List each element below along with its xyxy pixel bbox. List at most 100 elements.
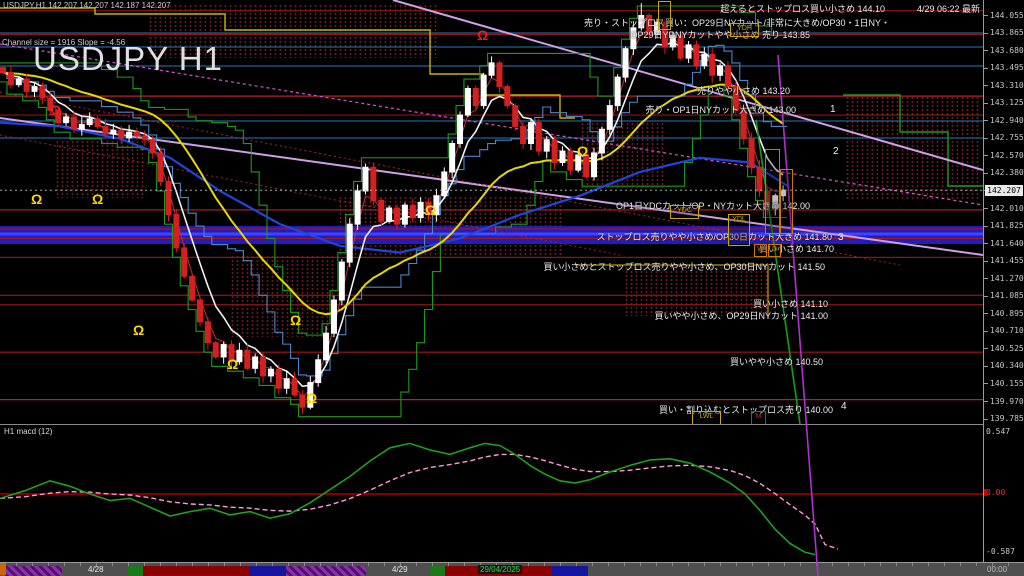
- price-axis-label: 141.640: [990, 239, 1024, 248]
- price-axis-label: 139.970: [990, 397, 1024, 406]
- axis-tick: [984, 243, 988, 244]
- wave-count-label: 4: [841, 401, 847, 412]
- timeline-corner-marker: [0, 563, 6, 575]
- timeline-session-block: [250, 566, 286, 576]
- symbol-label: USDJPY,H1: [3, 1, 46, 10]
- timeline-date-1: 4/28: [88, 565, 104, 574]
- axis-tick: [984, 85, 988, 86]
- axis-tick: [984, 419, 988, 420]
- pivot-marker-box: [658, 1, 671, 30]
- wave-count-label: 2: [833, 146, 839, 157]
- current-price-tag: 142.207: [985, 185, 1023, 196]
- omega-signal-icon: Ω: [425, 203, 436, 217]
- axis-tick: [984, 331, 988, 332]
- axis-tick: [984, 208, 988, 209]
- macd-panel[interactable]: [0, 424, 983, 563]
- omega-signal-icon: Ω: [577, 144, 588, 158]
- timeline-strip[interactable]: 4/28 4/29 29/04/2025 00:00: [0, 562, 1024, 576]
- axis-tick: [984, 103, 988, 104]
- axis-tick: [984, 313, 988, 314]
- axis-tick: [984, 226, 988, 227]
- chart-datetime: 4/29 06:22 最新: [917, 2, 980, 15]
- price-axis-label: 141.270: [990, 274, 1024, 283]
- price-axis-label: 142.570: [990, 151, 1024, 160]
- pivot-marker-box: W: [754, 244, 767, 257]
- axis-tick: [984, 155, 988, 156]
- pivot-marker-box: D: [768, 244, 781, 257]
- pivot-marker-box: YDL: [728, 214, 750, 246]
- macd-line: [0, 443, 815, 554]
- omega-signal-icon: Ω: [133, 323, 144, 337]
- omega-signal-icon: Ω: [477, 28, 488, 42]
- timeline-session-block: [430, 566, 445, 576]
- macd-axis-bottom: -0.587: [986, 547, 1015, 556]
- wave-count-label: 3: [838, 232, 844, 243]
- pivot-marker-box: LWL: [692, 411, 721, 424]
- price-axis[interactable]: 142.207 144.055143.865143.680143.495143.…: [983, 0, 1024, 562]
- macd-indicator-label: H1 macd (12): [4, 427, 52, 436]
- symbol-ohlc-line: USDJPY,H1 142.207 142.207 142.187 142.20…: [3, 1, 171, 10]
- price-axis-label: 140.340: [990, 361, 1024, 370]
- axis-tick: [984, 173, 988, 174]
- timeline-session-block: [286, 566, 366, 576]
- chart-window: 超えるとストップロス買い小さめ 144.10売り・ストップロス買い：OP29日N…: [0, 0, 1024, 576]
- timeline-session-block: [143, 566, 250, 576]
- price-axis-label: 142.010: [990, 204, 1024, 213]
- price-axis-label: 140.895: [990, 309, 1024, 318]
- price-axis-label: 141.455: [990, 256, 1024, 265]
- macd-axis-top: 0.547: [986, 427, 1010, 436]
- price-axis-label: 140.710: [990, 326, 1024, 335]
- price-axis-label: 142.940: [990, 116, 1024, 125]
- axis-tick: [984, 15, 988, 16]
- order-annotation: 買いやや小さめ、OP29日NYカット 141.00: [0, 309, 828, 322]
- pivot-marker-box: [780, 169, 793, 234]
- timeline-session-block: [128, 566, 143, 576]
- order-annotation: 買い小さめ 141.70: [0, 242, 834, 255]
- pivot-marker-box: YDH: [730, 23, 759, 37]
- pivot-marker-box: YDC: [670, 205, 699, 219]
- pivot-marker-box: M: [751, 411, 766, 424]
- axis-tick: [984, 296, 988, 297]
- price-axis-label: 143.495: [990, 63, 1024, 72]
- wave-count-label: 1: [830, 104, 836, 115]
- price-axis-label: 142.380: [990, 168, 1024, 177]
- macd-axis-zero: 0.00: [986, 488, 1005, 497]
- price-axis-label: 140.525: [990, 344, 1024, 353]
- axis-tick: [984, 138, 988, 139]
- price-axis-label: 143.310: [990, 81, 1024, 90]
- axis-tick: [984, 33, 988, 34]
- time-axis-end-label: 00:00: [987, 565, 1007, 574]
- axis-tick: [984, 50, 988, 51]
- timeline-session-block: [552, 566, 588, 576]
- macd-zero-marker: [984, 489, 987, 496]
- axis-tick: [984, 68, 988, 69]
- price-axis-label: 141.085: [990, 291, 1024, 300]
- axis-tick: [984, 348, 988, 349]
- order-annotation: 売りやや小さめ 143.20: [0, 84, 790, 97]
- axis-tick: [984, 383, 988, 384]
- timeline-date-2: 4/29: [392, 565, 408, 574]
- price-axis-label: 141.825: [990, 221, 1024, 230]
- axis-tick: [984, 366, 988, 367]
- price-axis-label: 140.155: [990, 379, 1024, 388]
- omega-signal-icon: Ω: [290, 313, 301, 327]
- omega-signal-icon: Ω: [92, 192, 103, 206]
- axis-tick: [984, 401, 988, 402]
- order-annotation: 買いやや小さめ 140.50: [0, 355, 823, 368]
- axis-tick: [984, 278, 988, 279]
- omega-signal-icon: Ω: [50, 103, 61, 117]
- pivot-marker-box: [765, 149, 780, 234]
- order-annotation: 売り・OP1日NYカット大きめ 143.00: [0, 103, 796, 116]
- price-axis-label: 139.785: [990, 414, 1024, 423]
- channel-info-label: Channel size = 1916 Slope = -4.56: [2, 38, 125, 47]
- order-annotation: 買い小さめとストップロス売りやや小さめ、OP30日NYカット 141.50: [0, 260, 825, 273]
- macd-svg: [0, 425, 983, 563]
- price-axis-label: 144.055: [990, 11, 1024, 20]
- axis-tick: [984, 261, 988, 262]
- timeline-session-block: [2, 566, 62, 576]
- price-axis-label: 143.125: [990, 98, 1024, 107]
- timeline-badge: 29/04/2025: [478, 565, 522, 574]
- omega-signal-icon: Ω: [31, 192, 42, 206]
- ohlc-values: 142.207 142.207 142.187 142.207: [48, 1, 170, 10]
- axis-tick: [984, 120, 988, 121]
